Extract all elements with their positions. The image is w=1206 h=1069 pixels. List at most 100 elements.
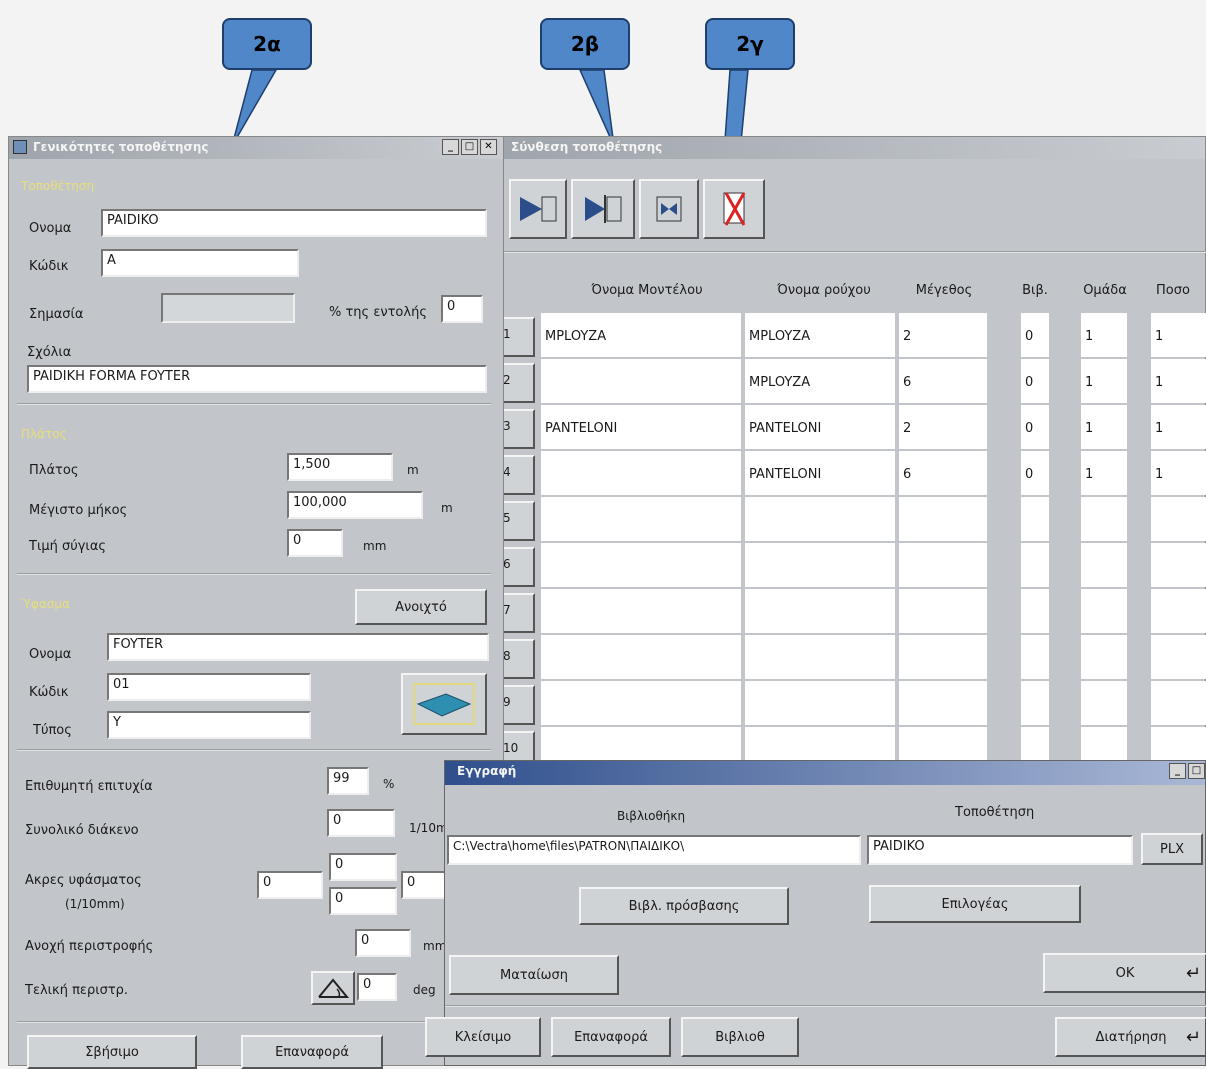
table-cell-qty[interactable]: 1: [1151, 359, 1206, 403]
table-cell-size[interactable]: [899, 543, 987, 587]
library-button[interactable]: Βιβλιοθ: [681, 1017, 799, 1057]
table-cell-group[interactable]: [1081, 497, 1127, 541]
table-cell-lib[interactable]: 0: [1021, 405, 1049, 449]
table-cell-model[interactable]: [541, 359, 741, 403]
table-cell-qty[interactable]: [1151, 681, 1206, 725]
order-percent-field[interactable]: 0: [441, 295, 483, 323]
table-cell-group[interactable]: 1: [1081, 451, 1127, 495]
table-cell-size[interactable]: [899, 589, 987, 633]
restore-button-left[interactable]: Επαναφορά: [241, 1035, 383, 1069]
table-cell-size[interactable]: 6: [899, 359, 987, 403]
keep-button[interactable]: Διατήρηση ↵: [1055, 1017, 1206, 1057]
restore-dialog-button[interactable]: Επαναφορά: [551, 1017, 671, 1057]
table-cell-size[interactable]: [899, 497, 987, 541]
importance-field[interactable]: [161, 293, 295, 323]
row-number-button[interactable]: 2: [499, 363, 535, 403]
table-cell-lib[interactable]: [1021, 497, 1049, 541]
open-button[interactable]: Ανοιχτό: [355, 589, 487, 625]
table-cell-qty[interactable]: [1151, 635, 1206, 679]
row-number-button[interactable]: 7: [499, 593, 535, 633]
table-cell-garment[interactable]: MPLOYZA: [745, 359, 895, 403]
edge-top-field[interactable]: 0: [329, 853, 397, 881]
table-cell-qty[interactable]: [1151, 497, 1206, 541]
table-cell-qty[interactable]: [1151, 543, 1206, 587]
code-field[interactable]: A: [101, 249, 299, 277]
row-number-button[interactable]: 8: [499, 639, 535, 679]
row-number-button[interactable]: 9: [499, 685, 535, 725]
row-number-button[interactable]: 4: [499, 455, 535, 495]
table-cell-lib[interactable]: [1021, 589, 1049, 633]
table-cell-lib[interactable]: 0: [1021, 359, 1049, 403]
table-cell-size[interactable]: [899, 635, 987, 679]
table-cell-model[interactable]: [541, 543, 741, 587]
table-cell-lib[interactable]: [1021, 543, 1049, 587]
table-cell-garment[interactable]: [745, 543, 895, 587]
comments-field[interactable]: PAIDIKH FORMA FOYTER: [27, 365, 487, 393]
fabric-type-field[interactable]: Y: [107, 711, 311, 739]
table-cell-qty[interactable]: 1: [1151, 405, 1206, 449]
rotation-angle-button[interactable]: [311, 971, 355, 1005]
width-field[interactable]: 1,500: [287, 453, 393, 481]
remove-model-button[interactable]: [639, 179, 699, 239]
table-cell-garment[interactable]: [745, 635, 895, 679]
table-cell-group[interactable]: [1081, 543, 1127, 587]
minimize-button[interactable]: _: [442, 139, 459, 155]
table-cell-group[interactable]: 1: [1081, 359, 1127, 403]
name-field[interactable]: PAIDIKO: [101, 209, 487, 237]
table-cell-group[interactable]: 1: [1081, 405, 1127, 449]
add-model-button[interactable]: [509, 179, 567, 239]
table-cell-group[interactable]: [1081, 681, 1127, 725]
table-cell-size[interactable]: 2: [899, 313, 987, 357]
table-cell-size[interactable]: 6: [899, 451, 987, 495]
plx-button[interactable]: PLX: [1141, 833, 1203, 865]
cancel-button[interactable]: Ματαίωση: [449, 955, 619, 995]
join-value-field[interactable]: 0: [287, 529, 343, 557]
table-cell-model[interactable]: [541, 589, 741, 633]
table-cell-qty[interactable]: 1: [1151, 451, 1206, 495]
choices-button[interactable]: Επιλογέας: [869, 885, 1081, 923]
max-length-field[interactable]: 100,000: [287, 491, 423, 519]
placement-name-field[interactable]: PAIDIKO: [867, 835, 1133, 865]
edge-left-field[interactable]: 0: [257, 871, 323, 899]
close-dialog-button[interactable]: Κλείσιμο: [425, 1017, 541, 1057]
table-cell-qty[interactable]: 1: [1151, 313, 1206, 357]
total-gap-field[interactable]: 0: [327, 809, 395, 837]
table-cell-model[interactable]: PANTELONI: [541, 405, 741, 449]
table-cell-group[interactable]: 1: [1081, 313, 1127, 357]
table-cell-garment[interactable]: PANTELONI: [745, 405, 895, 449]
table-cell-garment[interactable]: [745, 589, 895, 633]
fabric-preview-button[interactable]: [401, 673, 487, 735]
table-cell-lib[interactable]: [1021, 635, 1049, 679]
table-cell-size[interactable]: 2: [899, 405, 987, 449]
row-number-button[interactable]: 1: [499, 317, 535, 357]
table-cell-garment[interactable]: [745, 681, 895, 725]
delete-all-button[interactable]: [703, 179, 765, 239]
table-cell-garment[interactable]: [745, 497, 895, 541]
minimize-button[interactable]: _: [1169, 763, 1186, 779]
row-number-button[interactable]: 6: [499, 547, 535, 587]
close-button[interactable]: ✕: [480, 139, 497, 155]
table-cell-group[interactable]: [1081, 635, 1127, 679]
table-cell-model[interactable]: [541, 451, 741, 495]
row-number-button[interactable]: 3: [499, 409, 535, 449]
table-cell-model[interactable]: MPLOYZA: [541, 313, 741, 357]
table-cell-model[interactable]: [541, 635, 741, 679]
table-cell-model[interactable]: [541, 681, 741, 725]
table-cell-model[interactable]: [541, 497, 741, 541]
rotation-tolerance-field[interactable]: 0: [355, 929, 411, 957]
table-cell-qty[interactable]: [1151, 589, 1206, 633]
efficiency-field[interactable]: 99: [327, 767, 369, 795]
edge-bottom-field[interactable]: 0: [329, 887, 397, 915]
table-cell-lib[interactable]: [1021, 681, 1049, 725]
maximize-button[interactable]: □: [1188, 763, 1205, 779]
table-cell-garment[interactable]: PANTELONI: [745, 451, 895, 495]
access-library-button[interactable]: Βιβλ. πρόσβασης: [579, 887, 789, 925]
fabric-name-field[interactable]: FOYTER: [107, 633, 489, 661]
maximize-button[interactable]: □: [461, 139, 478, 155]
table-cell-size[interactable]: [899, 681, 987, 725]
library-path-field[interactable]: C:\Vectra\home\files\PATRON\ΠΑΙΔΙΚΟ\: [447, 835, 861, 865]
insert-model-button[interactable]: [571, 179, 635, 239]
fabric-code-field[interactable]: 01: [107, 673, 311, 701]
table-cell-group[interactable]: [1081, 589, 1127, 633]
table-cell-lib[interactable]: 0: [1021, 313, 1049, 357]
